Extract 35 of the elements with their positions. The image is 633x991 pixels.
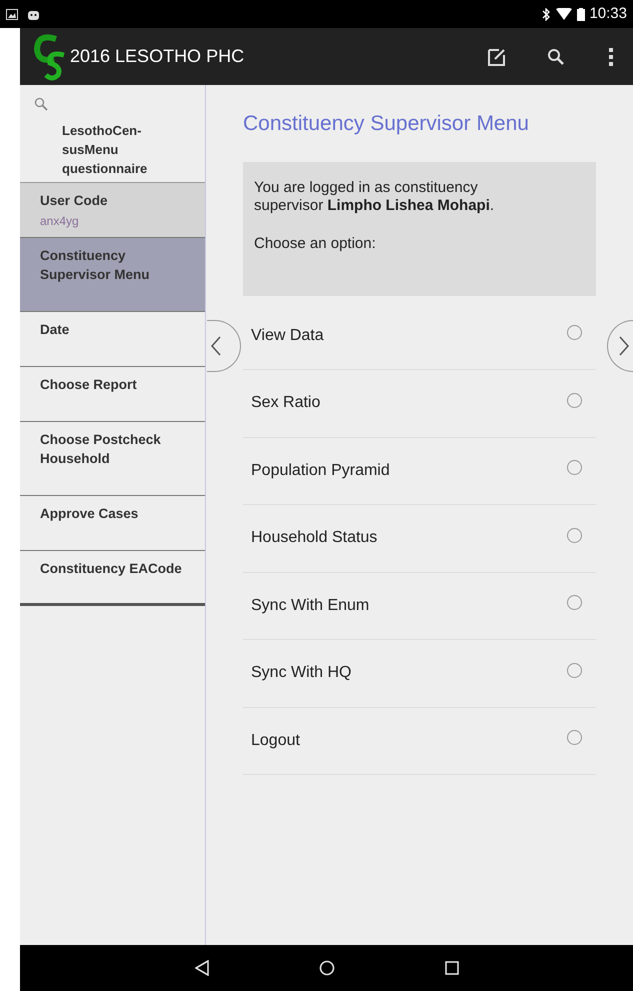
sidebar-item[interactable]: User Code anx4yg <box>20 183 205 238</box>
radio-button[interactable] <box>567 392 582 408</box>
radio-button[interactable] <box>567 730 582 746</box>
radio-button[interactable] <box>567 528 582 543</box>
option-row[interactable]: Household Status <box>243 505 596 572</box>
option-row[interactable]: View Data <box>243 302 596 370</box>
picture-notification-icon <box>6 8 18 20</box>
battery-icon <box>577 8 586 20</box>
option-row[interactable]: Population Pyramid <box>243 438 596 505</box>
edit-icon[interactable] <box>487 46 507 66</box>
page-title: Constituency Supervisor Menu <box>243 111 530 137</box>
android-icon <box>28 8 39 20</box>
questionnaire-name: LesothoCen- susMenu questionnaire <box>62 122 148 178</box>
option-row[interactable]: Sync With HQ <box>243 640 596 708</box>
option-row[interactable]: Sync With Enum <box>243 572 596 640</box>
radio-button[interactable] <box>567 460 582 476</box>
more-options-icon[interactable] <box>609 48 613 66</box>
option-row[interactable]: Sex Ratio <box>243 370 596 438</box>
bluetooth-icon <box>542 8 550 20</box>
back-icon[interactable] <box>194 960 208 976</box>
radio-button[interactable] <box>567 595 582 610</box>
chevron-right-icon <box>619 336 629 356</box>
search-icon[interactable] <box>547 48 565 66</box>
app-title: 2016 LESOTHO PHC <box>70 45 244 68</box>
wifi-icon <box>556 8 572 20</box>
chevron-left-icon <box>211 336 221 356</box>
sidebar-item[interactable]: Constituency Supervisor Menu <box>20 238 205 312</box>
prompt-text: Choose an option: <box>254 234 377 254</box>
option-row[interactable]: Logout <box>243 708 596 775</box>
recents-icon[interactable] <box>444 961 458 975</box>
login-message: You are logged in as constituency supervisor Limpho Lishea Mohapi. <box>254 178 496 214</box>
clock: 10:33 <box>589 4 627 24</box>
radio-button[interactable] <box>567 662 582 678</box>
radio-button[interactable] <box>567 325 582 340</box>
home-icon[interactable] <box>318 960 334 976</box>
